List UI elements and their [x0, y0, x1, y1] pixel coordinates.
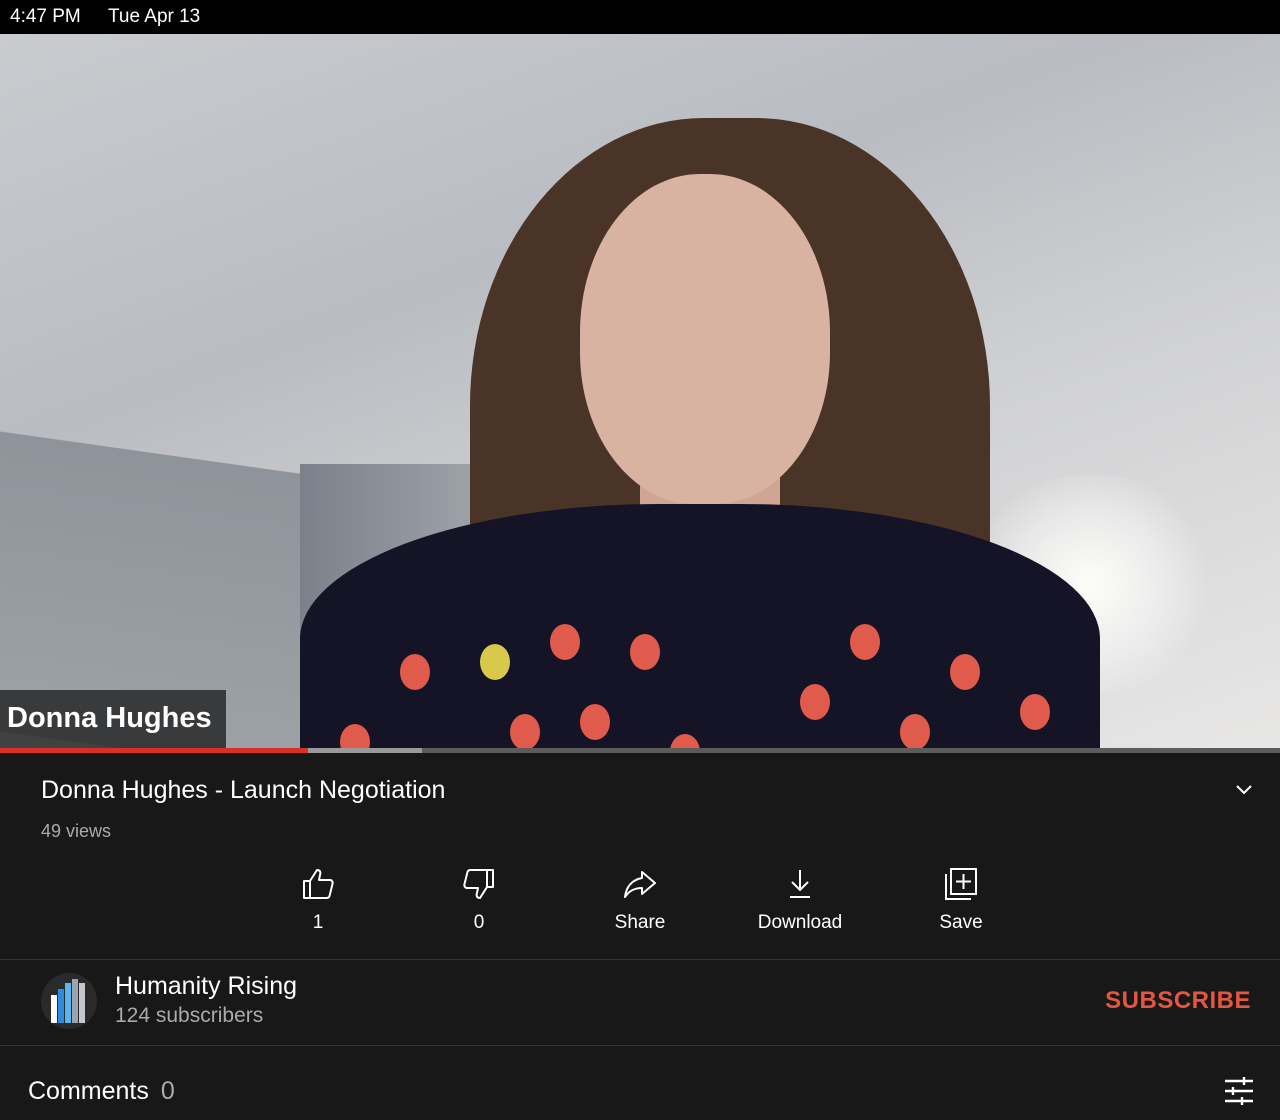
download-label: Download	[757, 912, 843, 933]
subscriber-count: 124 subscribers	[115, 1004, 264, 1027]
shirt-dot	[510, 714, 540, 750]
chevron-down-icon[interactable]	[1232, 778, 1256, 802]
channel-logo-icon	[51, 979, 85, 1023]
video-person-shirt	[300, 504, 1100, 750]
save-button[interactable]: Save	[881, 866, 1041, 934]
shirt-dot	[630, 634, 660, 670]
like-count: 1	[312, 912, 324, 933]
shirt-dot	[800, 684, 830, 720]
progress-played	[0, 748, 309, 753]
video-player[interactable]: Donna Hughes	[0, 34, 1280, 750]
channel-avatar[interactable]	[41, 973, 97, 1029]
download-button[interactable]: Download	[720, 866, 880, 934]
add-to-playlist-icon	[945, 868, 977, 900]
shirt-dot	[400, 654, 430, 690]
comments-label: Comments	[28, 1077, 149, 1105]
save-label: Save	[939, 912, 983, 933]
dislike-count: 0	[473, 912, 485, 933]
status-time: 4:47 PM	[10, 6, 81, 27]
subscribe-button[interactable]: SUBSCRIBE	[1105, 987, 1251, 1015]
share-arrow-icon	[624, 871, 656, 898]
shirt-dot	[480, 644, 510, 680]
shirt-dot	[900, 714, 930, 750]
status-date: Tue Apr 13	[108, 6, 201, 27]
shirt-dot	[1020, 694, 1050, 730]
video-person-face	[580, 174, 830, 504]
speaker-name-overlay: Donna Hughes	[0, 690, 226, 750]
shirt-dot	[950, 654, 980, 690]
thumbs-down-icon	[463, 869, 494, 899]
share-label: Share	[614, 912, 666, 933]
shirt-dot	[580, 704, 610, 740]
video-progress-bar[interactable]	[0, 748, 1280, 753]
shirt-dot	[850, 624, 880, 660]
thumbs-up-icon	[303, 869, 334, 899]
video-title: Donna Hughes - Launch Negotiation	[41, 776, 446, 804]
divider	[0, 1045, 1280, 1046]
divider	[0, 959, 1280, 960]
comments-header[interactable]: Comments 0	[28, 1077, 175, 1106]
status-bar: 4:47 PM Tue Apr 13	[0, 0, 1280, 34]
download-icon	[790, 870, 810, 898]
share-button[interactable]: Share	[560, 866, 720, 934]
comments-count: 0	[160, 1077, 175, 1105]
sort-filter-icon[interactable]	[1222, 1074, 1256, 1108]
view-count: 49 views	[41, 821, 112, 841]
channel-name[interactable]: Humanity Rising	[115, 972, 297, 1001]
like-button[interactable]: 1	[238, 866, 398, 934]
dislike-button[interactable]: 0	[399, 866, 559, 934]
shirt-dot	[340, 724, 370, 750]
shirt-dot	[550, 624, 580, 660]
